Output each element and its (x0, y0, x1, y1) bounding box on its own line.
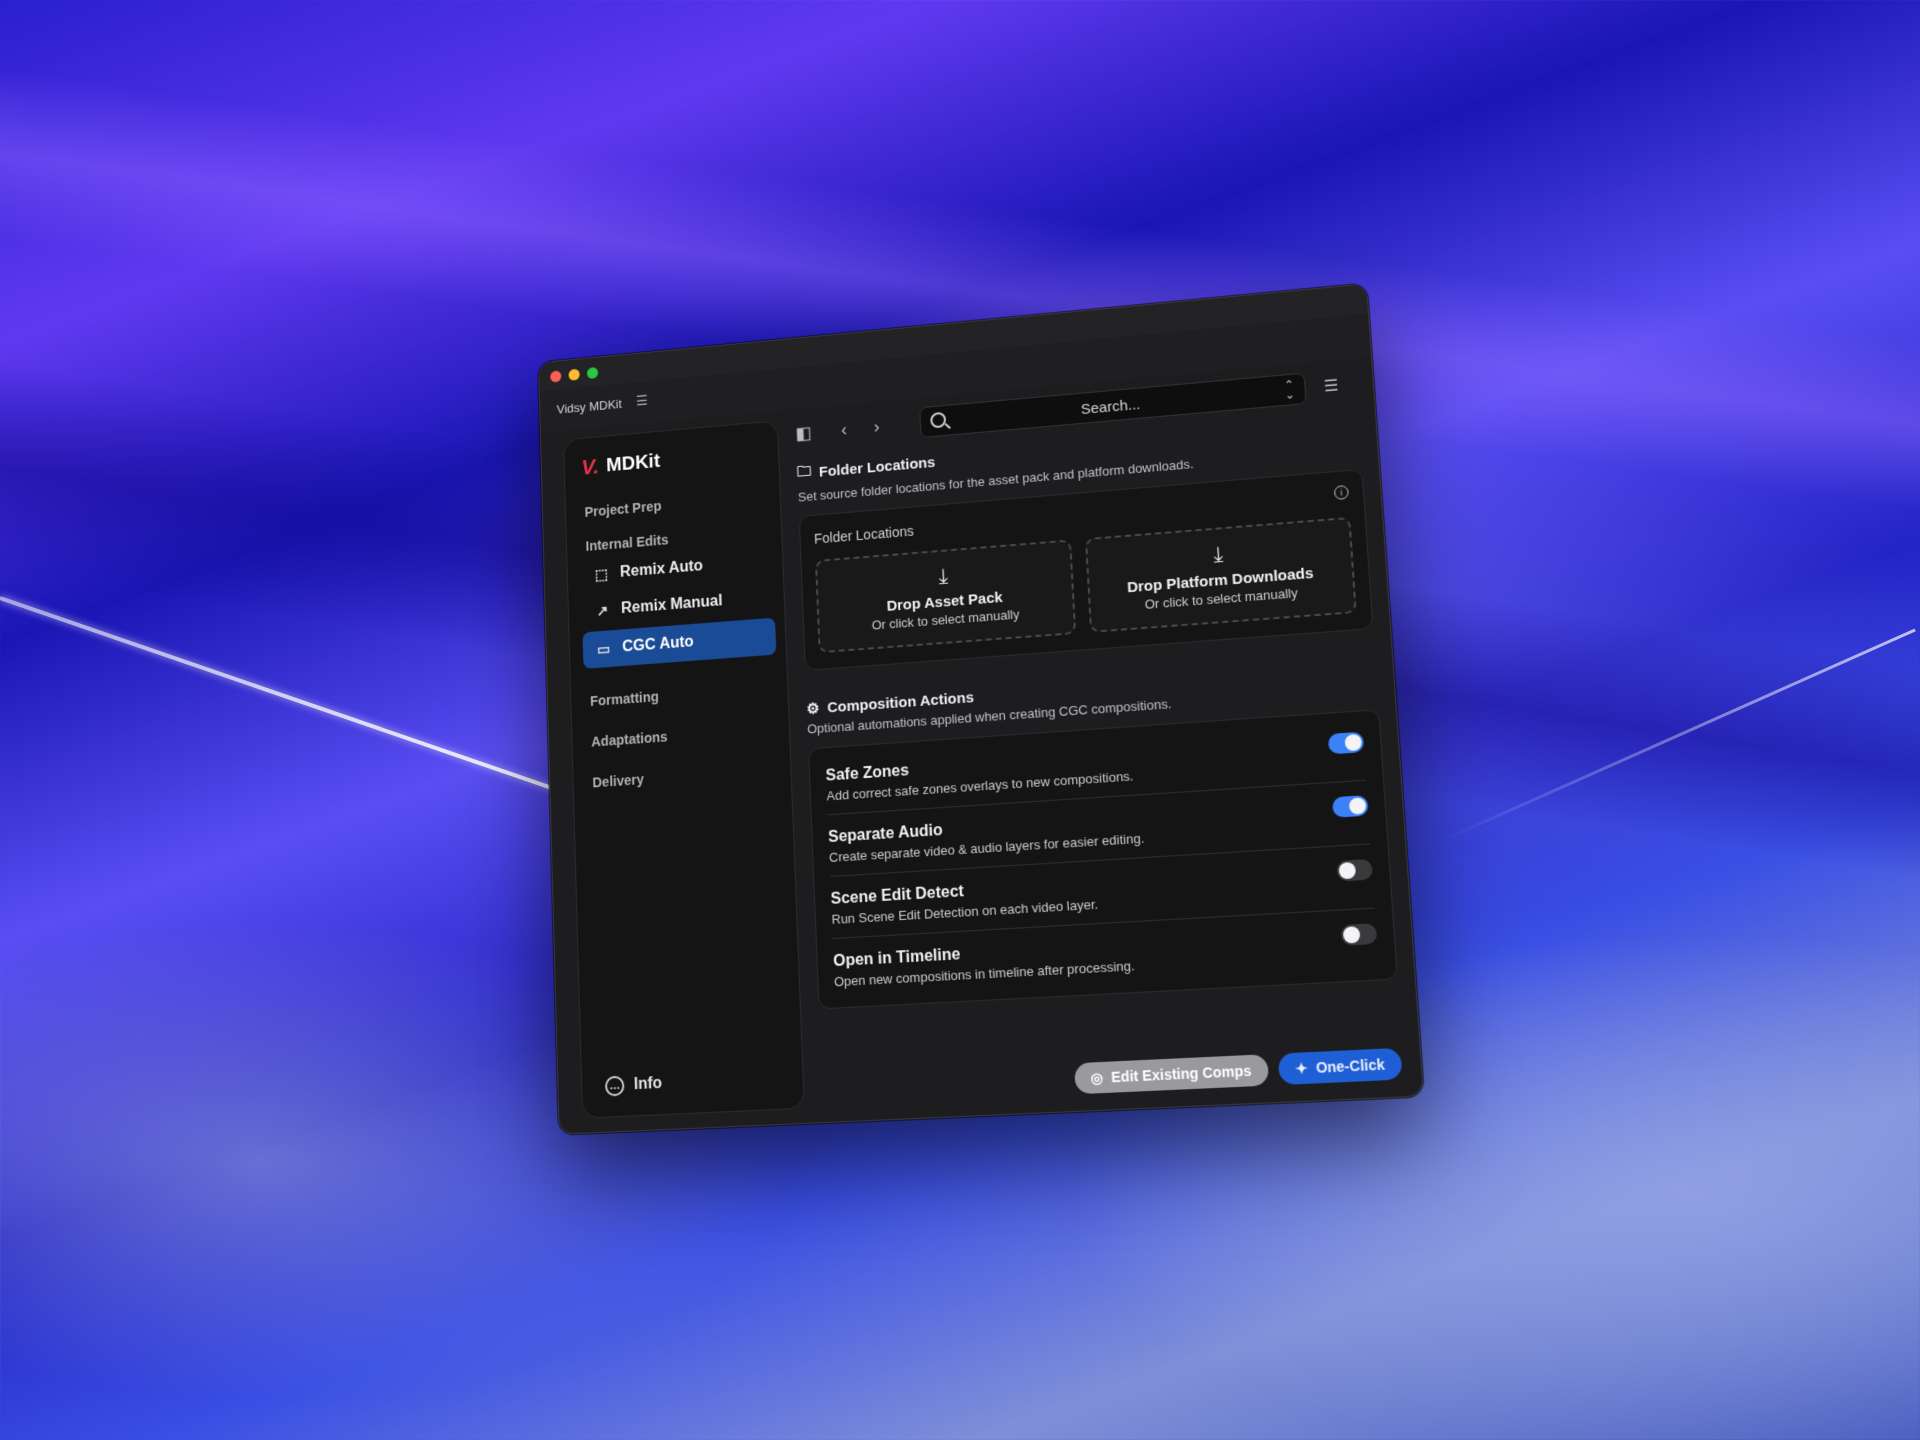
app-name: Vidsy MDKit (556, 396, 622, 417)
footer-buttons: ◎ Edit Existing Comps ✦ One-Click (1073, 1047, 1403, 1095)
toggle-knob (1344, 733, 1363, 752)
info-button[interactable]: … Info (604, 1074, 663, 1097)
sidebar-item-delivery[interactable]: Delivery (592, 771, 644, 790)
sidebar: V. MDKit Project Prep Internal Edits ⬚ R… (563, 420, 805, 1119)
sidebar-item-label: Remix Manual (620, 592, 723, 617)
toggle-sidebar-icon[interactable]: ◧ (795, 423, 812, 444)
sidebar-item-formatting[interactable]: Formatting (590, 688, 659, 708)
click-sparkle-icon: ✦ (1294, 1059, 1309, 1077)
drop-asset-pack-zone[interactable]: ⤓ Drop Asset Pack Or click to select man… (814, 539, 1077, 654)
button-label: One-Click (1315, 1055, 1386, 1077)
toggle-knob (1348, 797, 1367, 815)
folder-plus-icon: 🗀 (796, 463, 812, 481)
crosshair-icon: ◎ (1090, 1068, 1104, 1086)
scene-edit-detect-toggle[interactable] (1336, 858, 1374, 882)
composition-actions-section: ⚙ Composition Actions Optional automatio… (806, 659, 1398, 1010)
download-tray-icon: ⤓ (1212, 542, 1224, 568)
sidebar-item-adaptations[interactable]: Adaptations (591, 729, 668, 750)
gear-icon: ⚙ (806, 700, 820, 718)
back-arrow-icon[interactable]: ‹ (841, 420, 848, 441)
brand-name: MDKit (605, 450, 661, 476)
info-label: Info (633, 1074, 663, 1094)
pen-curve-icon: ↗ (596, 602, 609, 620)
sidebar-item-label: Remix Auto (619, 557, 704, 581)
download-tray-icon: ⤓ (937, 564, 949, 590)
open-in-timeline-toggle[interactable] (1340, 923, 1378, 946)
hamburger-menu-icon[interactable]: ☰ (636, 392, 648, 409)
toggle-knob (1342, 926, 1361, 944)
zoom-window-button[interactable] (586, 366, 599, 380)
sidebar-item-label: CGC Auto (622, 633, 694, 656)
selection-cursor-icon: ⬚ (594, 566, 609, 584)
forward-arrow-icon[interactable]: › (873, 417, 880, 438)
close-window-button[interactable] (550, 370, 562, 383)
filter-lines-icon[interactable]: ☰ (1323, 376, 1339, 397)
edit-existing-comps-button[interactable]: ◎ Edit Existing Comps (1073, 1054, 1270, 1095)
chevron-up-down-icon[interactable]: ⌃ ⌄ (1284, 378, 1296, 402)
drop-platform-downloads-zone[interactable]: ⤓ Drop Platform Downloads Or click to se… (1084, 516, 1357, 633)
toggle-knob (1338, 861, 1357, 880)
safe-zones-toggle[interactable] (1327, 731, 1365, 755)
section-title: Folder Locations (818, 454, 936, 481)
separate-audio-toggle[interactable] (1331, 795, 1369, 818)
video-camera-icon: ▭ (596, 640, 611, 659)
sidebar-section-internal-edits: Internal Edits (585, 531, 669, 554)
main-content: 🗀 Folder Locations Set source folder loc… (796, 413, 1398, 1010)
info-circle-icon: … (604, 1075, 625, 1097)
sidebar-item-project-prep[interactable]: Project Prep (584, 498, 661, 520)
folder-locations-card: Folder Locations i ⤓ Drop Asset Pack Or … (798, 468, 1374, 671)
vidsy-logo-icon: V. (581, 454, 600, 480)
minimize-window-button[interactable] (568, 368, 580, 381)
brand: V. MDKit (581, 449, 660, 480)
one-click-button[interactable]: ✦ One-Click (1277, 1047, 1403, 1086)
button-label: Edit Existing Comps (1110, 1062, 1253, 1086)
app-window: Vidsy MDKit ☰ V. MDKit Project Prep Inte… (537, 283, 1425, 1135)
composition-actions-card: Safe Zones Add correct safe zones overla… (808, 709, 1398, 1010)
